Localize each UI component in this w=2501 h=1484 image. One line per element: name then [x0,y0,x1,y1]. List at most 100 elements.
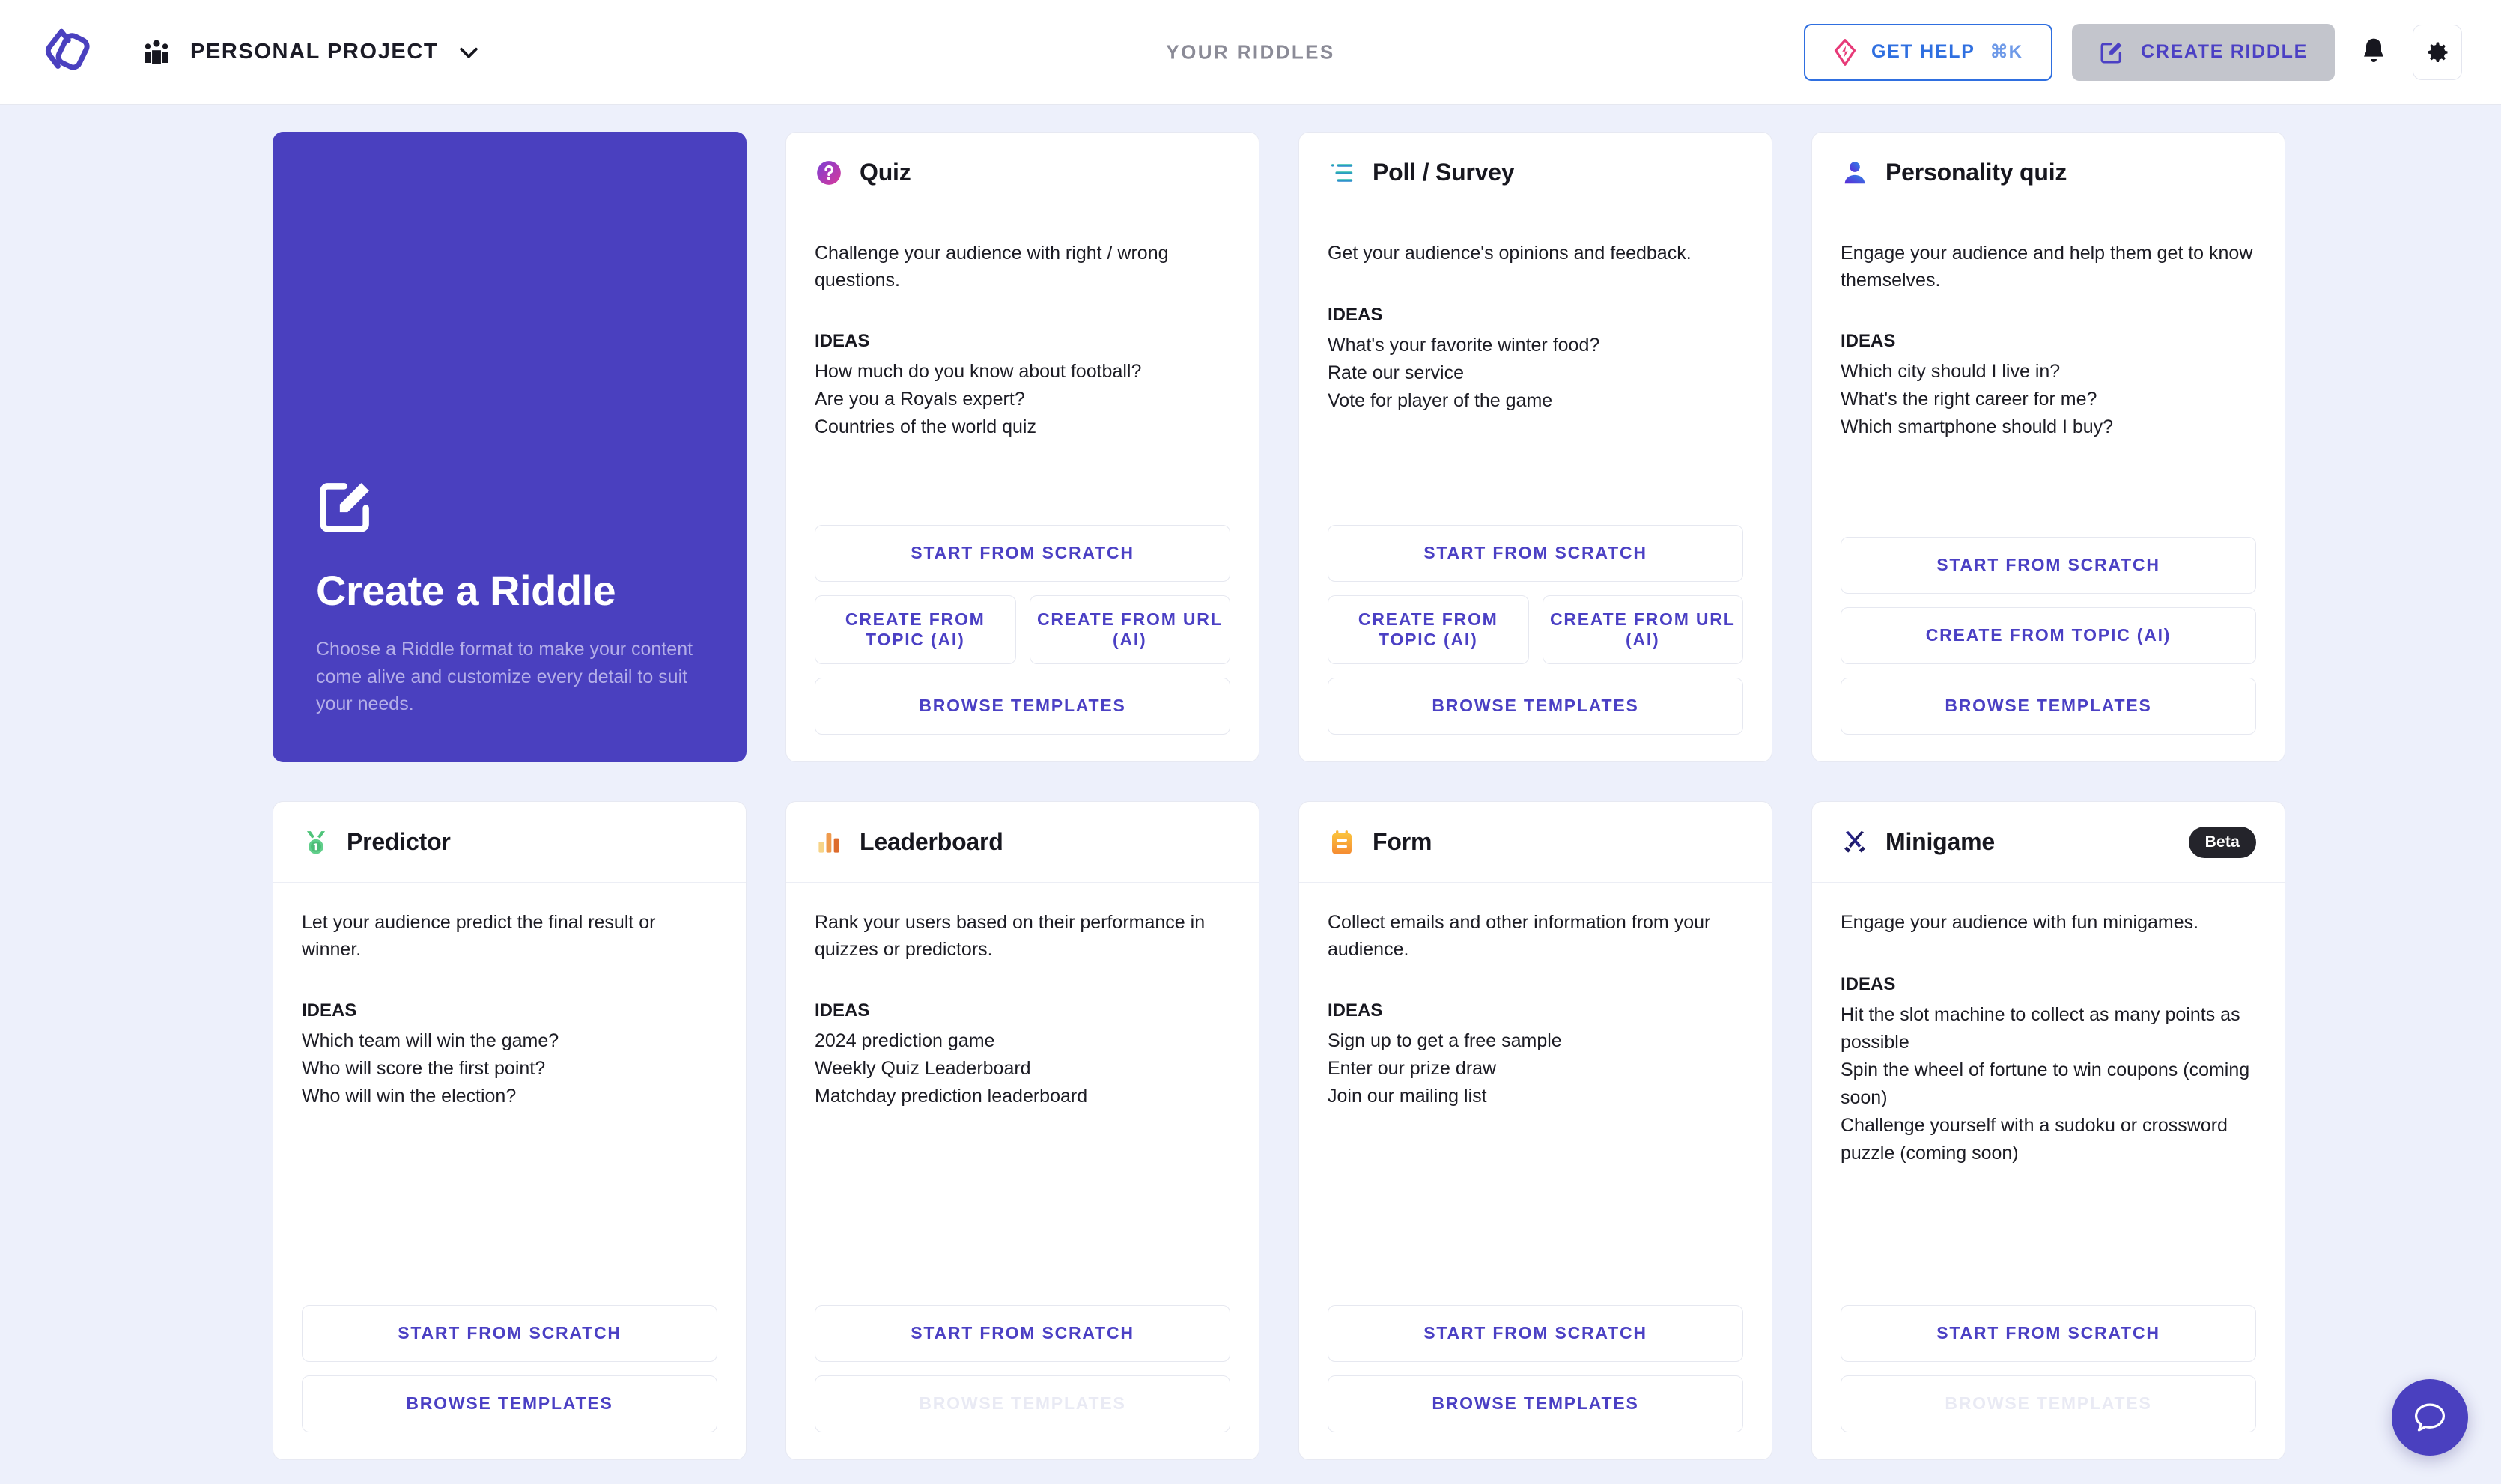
card-actions: START FROM SCRATCH CREATE FROM TOPIC (AI… [1812,537,2285,761]
page-title: YOUR RIDDLES [1166,40,1335,63]
idea-item: Weekly Quiz Leaderboard [815,1058,1031,1079]
idea-item: 2024 prediction game [815,1030,995,1051]
create-a-riddle-hero-card[interactable]: Create a Riddle Choose a Riddle format t… [273,132,747,762]
start-from-scratch-button[interactable]: START FROM SCRATCH [1328,1305,1743,1362]
card-body: Challenge your audience with right / wro… [786,213,1259,525]
gear-icon [2428,42,2448,62]
ideas-label: IDEAS [815,1000,870,1021]
ai-buttons-row: CREATE FROM TOPIC (AI) CREATE FROM URL (… [1328,595,1743,664]
people-icon [145,40,168,64]
browse-templates-button[interactable]: BROWSE TEMPLATES [1328,1375,1743,1432]
idea-item: Countries of the world quiz [815,416,1036,437]
card-title: Personality quiz [1885,159,2067,186]
card-title: Leaderboard [860,828,1003,855]
card-actions: START FROM SCRATCH BROWSE TEMPLATES [1299,1305,1772,1459]
card-header: Predictor [273,802,746,883]
medal-icon [306,830,326,854]
create-from-topic-ai-button[interactable]: CREATE FROM TOPIC (AI) [1328,595,1529,664]
card-body: Get your audience's opinions and feedbac… [1299,213,1772,525]
start-from-scratch-button[interactable]: START FROM SCRATCH [302,1305,717,1362]
settings-button[interactable] [2413,24,2462,80]
browse-templates-button[interactable]: BROWSE TEMPLATES [302,1375,717,1432]
card-description: Challenge your audience with right / wro… [815,243,1169,291]
idea-item: Who will win the election? [302,1086,517,1107]
browse-templates-button[interactable]: BROWSE TEMPLATES [1328,678,1743,735]
card-description: Let your audience predict the final resu… [302,912,656,960]
get-help-button[interactable]: GET HELP ⌘K [1804,23,2052,81]
browse-templates-button[interactable]: BROWSE TEMPLATES [1841,678,2256,735]
ideas-label: IDEAS [302,1000,357,1021]
idea-item: Challenge yourself with a sudoku or cros… [1841,1114,2228,1164]
card-header: Leaderboard [786,802,1259,883]
card-actions: START FROM SCRATCH BROWSE TEMPLATES [273,1305,746,1459]
browse-templates-button: BROWSE TEMPLATES [815,1375,1230,1432]
card-actions: START FROM SCRATCH BROWSE TEMPLATES [786,1305,1259,1459]
ideas-label: IDEAS [1841,331,1896,351]
create-riddle-button[interactable]: CREATE RIDDLE [2071,23,2335,81]
idea-item: Vote for player of the game [1328,389,1553,411]
start-from-scratch-button[interactable]: START FROM SCRATCH [1328,525,1743,582]
idea-item: What's your favorite winter food? [1328,334,1600,356]
ideas-label: IDEAS [1328,1000,1383,1021]
card-description: Engage your audience and help them get t… [1841,243,2253,291]
ai-buttons-row: CREATE FROM TOPIC (AI) CREATE FROM URL (… [815,595,1230,664]
create-from-url-ai-button[interactable]: CREATE FROM URL (AI) [1542,595,1743,664]
ideas-label: IDEAS [815,331,870,351]
card-title: Form [1373,828,1432,855]
crossed-swords-icon [1844,830,1865,853]
header-actions: GET HELP ⌘K CREATE RIDDLE [1804,23,2462,81]
format-card-predictor[interactable]: Predictor Let your audience predict the … [273,801,747,1460]
card-body: Let your audience predict the final resu… [273,883,746,1305]
start-from-scratch-button[interactable]: START FROM SCRATCH [815,1305,1230,1362]
get-help-shortcut: ⌘K [1990,42,2023,62]
hero-title: Create a Riddle [316,567,616,615]
idea-item: Matchday prediction leaderboard [815,1086,1088,1107]
notifications-button[interactable] [2354,30,2393,75]
idea-item: Are you a Royals expert? [815,389,1025,410]
chat-support-button[interactable] [2392,1379,2468,1456]
bar-chart-icon [818,833,839,853]
idea-item: Which team will win the game? [302,1030,559,1051]
pen-square-icon [2100,42,2122,63]
start-from-scratch-button[interactable]: START FROM SCRATCH [815,525,1230,582]
start-from-scratch-button[interactable]: START FROM SCRATCH [1841,537,2256,594]
format-card-personality-quiz[interactable]: Personality quiz Engage your audience an… [1811,132,2285,762]
card-body: Engage your audience with fun minigames.… [1812,883,2285,1305]
start-from-scratch-button[interactable]: START FROM SCRATCH [1841,1305,2256,1362]
idea-item: Who will score the first point? [302,1058,546,1079]
bell-icon [2364,38,2383,62]
idea-item: Hit the slot machine to collect as many … [1841,1003,2240,1053]
card-title: Predictor [347,828,451,855]
idea-item: Join our mailing list [1328,1086,1487,1107]
format-card-quiz[interactable]: Quiz Challenge your audience with right … [785,132,1259,762]
clipboard-icon [1332,830,1352,854]
card-actions: START FROM SCRATCH BROWSE TEMPLATES [1812,1305,2285,1459]
format-card-form[interactable]: Form Collect emails and other informatio… [1298,801,1772,1460]
get-help-label: GET HELP [1871,41,1975,62]
format-card-minigame[interactable]: Minigame Beta Engage your audience with … [1811,801,2285,1460]
card-description: Collect emails and other information fro… [1328,912,1711,960]
card-description: Rank your users based on their performan… [815,912,1206,960]
card-description: Engage your audience with fun minigames. [1841,912,2199,933]
format-card-leaderboard[interactable]: Leaderboard Rank your users based on the… [785,801,1259,1460]
card-body: Rank your users based on their performan… [786,883,1259,1305]
idea-item: How much do you know about football? [815,361,1142,382]
riddle-format-grid: Create a Riddle Choose a Riddle format t… [0,105,2501,1460]
bolt-icon [1834,38,1856,66]
card-actions: START FROM SCRATCH CREATE FROM TOPIC (AI… [1299,525,1772,761]
create-from-topic-ai-button[interactable]: CREATE FROM TOPIC (AI) [1841,607,2256,664]
chevron-down-icon[interactable] [456,40,481,65]
ideas-label: IDEAS [1841,973,1896,994]
idea-item: Sign up to get a free sample [1328,1030,1562,1051]
card-actions: START FROM SCRATCH CREATE FROM TOPIC (AI… [786,525,1259,761]
format-card-poll-survey[interactable]: Poll / Survey Get your audience's opinio… [1298,132,1772,762]
create-from-topic-ai-button[interactable]: CREATE FROM TOPIC (AI) [815,595,1016,664]
question-circle-icon [817,160,841,185]
card-header: Minigame Beta [1812,802,2285,883]
idea-item: Spin the wheel of fortune to win coupons… [1841,1059,2250,1108]
hero-subtitle: Choose a Riddle format to make your cont… [316,639,693,714]
browse-templates-button[interactable]: BROWSE TEMPLATES [815,678,1230,735]
project-switcher[interactable]: PERSONAL PROJECT [141,37,481,68]
create-from-url-ai-button[interactable]: CREATE FROM URL (AI) [1029,595,1230,664]
riddle-logo-icon[interactable] [39,25,94,80]
